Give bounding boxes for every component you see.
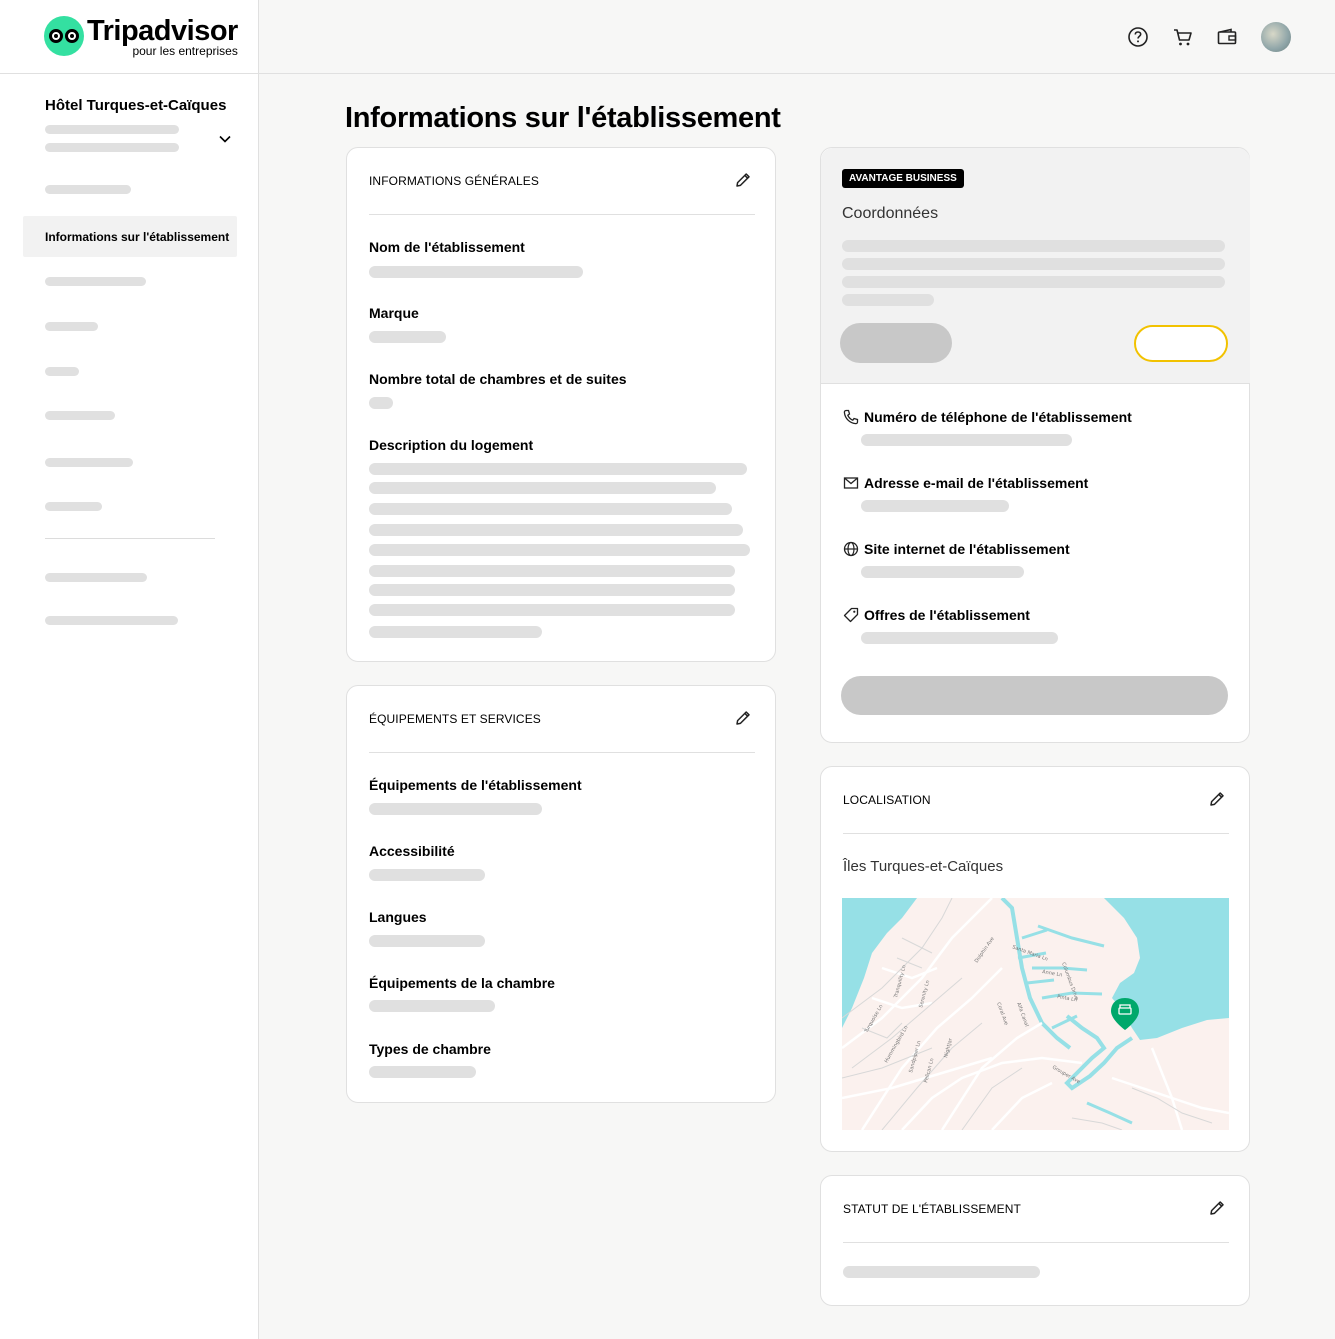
contact-label: Adresse e-mail de l'établissement [864, 475, 1089, 491]
sidebar-item-label: Informations sur l'établissement [45, 230, 230, 244]
card-divider [843, 1242, 1229, 1243]
description-placeholder [369, 565, 735, 577]
value-placeholder [369, 266, 583, 278]
value-placeholder [369, 935, 485, 947]
email-icon [843, 477, 859, 489]
pencil-icon[interactable] [1208, 790, 1226, 808]
avatar[interactable] [1261, 22, 1291, 52]
description-placeholder [369, 544, 750, 556]
field-label: Équipements de la chambre [369, 975, 555, 991]
location-place: Îles Turques-et-Caïques [843, 858, 1004, 875]
card-divider [369, 214, 755, 215]
hotel-name: Hôtel Turques-et-Caïques [45, 97, 227, 114]
primary-action-button[interactable] [840, 323, 952, 363]
brand-name: Tripadvisor [87, 15, 238, 47]
phone-icon [843, 409, 859, 425]
general-info-card: INFORMATIONS GÉNÉRALES Nom de l'établiss… [346, 147, 776, 662]
contact-label: Numéro de téléphone de l'établissement [864, 409, 1132, 425]
value-placeholder [861, 434, 1072, 446]
property-status-card: STATUT DE L'ÉTABLISSEMENT [820, 1175, 1250, 1306]
amenities-card: ÉQUIPEMENTS ET SERVICES Équipements de l… [346, 685, 776, 1103]
secondary-action-button[interactable] [1134, 325, 1228, 362]
chevron-down-icon[interactable] [218, 132, 232, 146]
location-card: LOCALISATION Îles Turques-et-Caïques Tur… [820, 766, 1250, 1152]
value-placeholder [369, 1000, 495, 1012]
globe-icon [843, 541, 859, 557]
value-placeholder [369, 397, 393, 409]
field-label: Description du logement [369, 437, 534, 453]
tripadvisor-logo[interactable]: Tripadvisor pour les entreprises [44, 16, 238, 58]
description-placeholder [369, 524, 743, 536]
sidebar-divider [45, 538, 215, 539]
business-advantage-banner: AVANTAGE BUSINESS Coordonnées [821, 148, 1250, 384]
sidebar-item-placeholder[interactable] [45, 185, 131, 194]
description-placeholder [369, 482, 716, 494]
pencil-icon[interactable] [734, 171, 752, 189]
sidebar-item-placeholder[interactable] [45, 616, 178, 625]
sidebar-item-placeholder[interactable] [45, 322, 98, 331]
sidebar-item-placeholder[interactable] [45, 573, 147, 582]
hotel-selector-placeholder [45, 125, 179, 134]
field-label: Nom de l'établissement [369, 239, 525, 255]
description-placeholder [369, 584, 735, 596]
contact-label: Site internet de l'établissement [864, 541, 1070, 557]
wallet-icon[interactable] [1216, 26, 1238, 48]
text-placeholder [842, 258, 1225, 270]
card-divider [369, 752, 755, 753]
value-placeholder [861, 566, 1024, 578]
field-label: Accessibilité [369, 843, 455, 859]
field-label: Nombre total de chambres et de suites [369, 371, 627, 387]
location-map[interactable]: Turquoise Ln Tranquility Ln Serenity Ln … [842, 898, 1229, 1130]
cart-icon[interactable] [1172, 26, 1194, 48]
sidebar-item-placeholder[interactable] [45, 458, 133, 467]
topbar-divider [259, 73, 1335, 74]
pencil-icon[interactable] [1208, 1199, 1226, 1217]
sidebar-item-property-info[interactable]: Informations sur l'établissement [23, 216, 237, 257]
sidebar-item-placeholder[interactable] [45, 502, 102, 511]
contact-label: Offres de l'établissement [864, 607, 1030, 623]
sidebar-item-placeholder[interactable] [45, 277, 146, 286]
value-placeholder [369, 869, 485, 881]
value-placeholder [861, 632, 1058, 644]
description-placeholder [369, 463, 747, 475]
card-heading: LOCALISATION [843, 793, 931, 807]
value-placeholder [369, 331, 446, 343]
owl-logo-icon [44, 16, 84, 56]
help-icon[interactable] [1127, 26, 1149, 48]
description-placeholder [369, 503, 732, 515]
tag-icon [843, 607, 859, 623]
value-placeholder [369, 1066, 476, 1078]
field-label: Marque [369, 305, 419, 321]
field-label: Types de chambre [369, 1041, 491, 1057]
value-placeholder [369, 803, 542, 815]
description-placeholder [369, 604, 735, 616]
text-placeholder [842, 276, 1225, 288]
field-label: Langues [369, 909, 427, 925]
text-placeholder [842, 294, 934, 306]
card-divider [843, 833, 1229, 834]
field-label: Équipements de l'établissement [369, 777, 582, 793]
value-placeholder [861, 500, 1009, 512]
header-divider [0, 73, 259, 74]
card-heading: ÉQUIPEMENTS ET SERVICES [369, 712, 541, 726]
hotel-selector-placeholder [45, 143, 179, 152]
description-placeholder [369, 626, 542, 638]
upgrade-button[interactable] [841, 676, 1228, 715]
text-placeholder [842, 240, 1225, 252]
value-placeholder [843, 1266, 1040, 1278]
sidebar: Tripadvisor pour les entreprises Hôtel T… [0, 0, 259, 1339]
page-title: Informations sur l'établissement [345, 102, 781, 134]
sidebar-item-placeholder[interactable] [45, 411, 115, 420]
card-heading: INFORMATIONS GÉNÉRALES [369, 174, 540, 188]
business-advantage-badge: AVANTAGE BUSINESS [842, 169, 964, 188]
coordinates-title: Coordonnées [842, 205, 939, 222]
card-heading: STATUT DE L'ÉTABLISSEMENT [843, 1202, 1021, 1216]
pencil-icon[interactable] [734, 709, 752, 727]
contact-details-card: AVANTAGE BUSINESS Coordonnées Numéro de … [820, 147, 1250, 743]
sidebar-item-placeholder[interactable] [45, 367, 79, 376]
